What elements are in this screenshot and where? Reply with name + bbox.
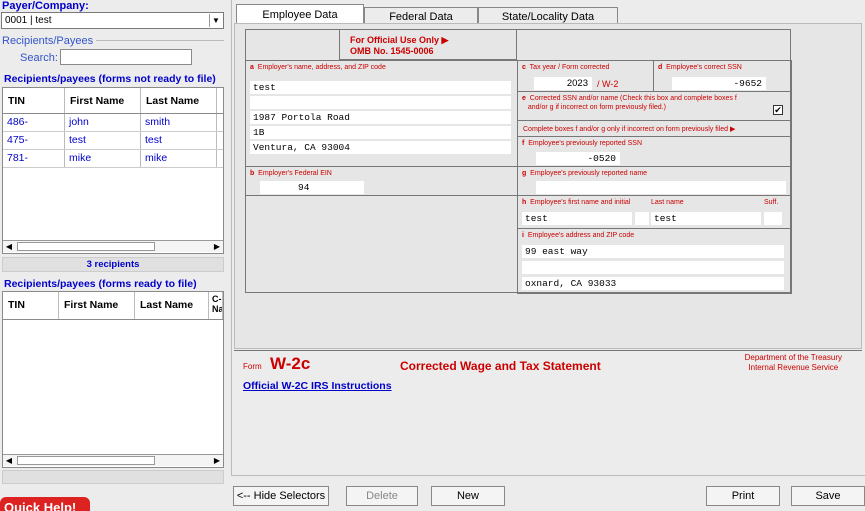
form-corrected-value: / W-2 [597, 79, 619, 89]
not-ready-table: TIN First Name Last Name 486- john smith… [2, 87, 224, 254]
box-e-label: e Corrected SSN and/or name (Check this … [522, 95, 737, 111]
row-first-name: mike [65, 150, 141, 167]
row-tin: 486- [3, 114, 65, 131]
employee-correct-ssn-field[interactable]: -9652 [672, 77, 766, 90]
horizontal-scrollbar[interactable]: ◀ ▶ [3, 240, 223, 252]
not-ready-title: Recipients/payees (forms not ready to fi… [4, 73, 216, 85]
box-h-label: h Employee's first name and initial [522, 199, 631, 206]
box-d-label: d Employee's correct SSN [658, 64, 742, 71]
irs-instructions-link[interactable]: Official W-2C IRS Instructions [243, 380, 392, 392]
scroll-thumb[interactable] [17, 242, 155, 251]
form-word: Form [243, 362, 262, 371]
employee-address-line2-field[interactable] [522, 261, 784, 274]
tab-employee-data[interactable]: Employee Data [236, 4, 364, 25]
action-bar: <-- Hide Selectors Delete New Print Save [231, 475, 865, 511]
ready-title: Recipients/payees (forms ready to file) [4, 278, 197, 290]
form-footer: Form W-2c Corrected Wage and Tax Stateme… [234, 350, 862, 380]
row-first-name: john [65, 114, 141, 131]
employee-first-name-field[interactable]: test [522, 212, 632, 225]
box-c-label: c Tax year / Form corrected [522, 64, 610, 71]
new-button[interactable]: New [431, 486, 505, 506]
employee-initial-field[interactable] [635, 212, 649, 225]
employer-name-line2-field[interactable] [250, 96, 511, 109]
form-title: Corrected Wage and Tax Statement [400, 359, 601, 373]
column-header-tin[interactable]: TIN [3, 88, 65, 113]
scroll-thumb[interactable] [17, 456, 155, 465]
box-h-suff-label: Suff. [764, 199, 779, 206]
employer-ein-field[interactable]: 94 [260, 181, 364, 194]
previously-reported-name-field[interactable] [536, 181, 786, 194]
column-header-first-name[interactable]: First Name [59, 292, 135, 319]
table-header: TIN First Name Last Name [3, 88, 223, 114]
row-last-name: test [141, 132, 217, 149]
selector-panel: Payer/Company: 0001 | test ▼ Recipients/… [0, 0, 228, 511]
box-f-label: f Employee's previously reported SSN [522, 140, 643, 147]
box-g-label: g Employee's previously reported name [522, 170, 648, 177]
search-input[interactable] [60, 49, 192, 65]
form-code: W-2c [270, 354, 311, 373]
employee-address-field[interactable]: 99 east way [522, 245, 784, 258]
employee-suffix-field[interactable] [764, 212, 782, 225]
complete-note: Complete boxes f and/or g only if incorr… [523, 126, 736, 133]
chevron-down-icon[interactable]: ▼ [209, 14, 222, 27]
row-last-name: smith [141, 114, 217, 131]
ready-table: TIN First Name Last Name C­Na ◀ ▶ [2, 291, 224, 468]
payer-select-value: 0001 | test [5, 15, 52, 26]
table-row[interactable]: 781- mike mike [3, 150, 223, 168]
hide-selectors-button[interactable]: <-- Hide Selectors [233, 486, 329, 506]
box-a-label: a Employer's name, address, and ZIP code [250, 64, 386, 71]
department-text: Department of the Treasury Internal Reve… [745, 353, 842, 373]
payer-select[interactable]: 0001 | test ▼ [1, 12, 224, 29]
official-line-2: OMB No. 1545-0006 [350, 46, 434, 56]
status-bar [2, 470, 224, 484]
w2c-form-area: For Official Use Only ▶ OMB No. 1545-000… [234, 23, 862, 349]
payer-label: Payer/Company: [2, 0, 89, 12]
column-header-last-name[interactable]: Last Name [135, 292, 209, 319]
search-label: Search: [20, 52, 58, 64]
row-tin: 475- [3, 132, 65, 149]
delete-button[interactable]: Delete [346, 486, 418, 506]
employee-last-name-field[interactable]: test [651, 212, 761, 225]
corrected-ssn-name-checkbox[interactable]: ✔ [773, 105, 783, 115]
row-last-name: mike [141, 150, 217, 167]
w2c-form: For Official Use Only ▶ OMB No. 1545-000… [245, 29, 792, 294]
scroll-left-icon[interactable]: ◀ [3, 455, 15, 466]
employee-city-state-zip-field[interactable]: oxnard, CA 93033 [522, 277, 784, 290]
tax-year-field[interactable]: 2023 [534, 77, 592, 90]
quick-help-button[interactable]: Quick Help! [0, 497, 90, 511]
tab-bar: Employee Data Federal Data State/Localit… [236, 4, 618, 25]
column-header-tin[interactable]: TIN [3, 292, 59, 319]
row-first-name: test [65, 132, 141, 149]
row-tin: 781- [3, 150, 65, 167]
horizontal-scrollbar[interactable]: ◀ ▶ [3, 454, 223, 466]
column-header-last-name[interactable]: Last Name [141, 88, 217, 113]
employer-address-line2-field[interactable]: 1B [250, 126, 511, 139]
employer-name-field[interactable]: test [250, 81, 511, 94]
box-b-label: b Employer's Federal EIN [250, 170, 332, 177]
scroll-right-icon[interactable]: ▶ [211, 455, 223, 466]
recipient-count: 3 recipients [2, 257, 224, 272]
previously-reported-ssn-field[interactable]: -0520 [536, 152, 620, 165]
employer-city-state-zip-field[interactable]: Ventura, CA 93004 [250, 141, 511, 154]
official-use-text: For Official Use Only ▶ OMB No. 1545-000… [350, 35, 448, 57]
scroll-left-icon[interactable]: ◀ [3, 241, 15, 252]
form-panel: Employee Data Federal Data State/Localit… [231, 0, 865, 475]
scroll-right-icon[interactable]: ▶ [211, 241, 223, 252]
table-row[interactable]: 486- john smith [3, 114, 223, 132]
dept-line-1: Department of the Treasury [744, 353, 842, 362]
official-line-1: For Official Use Only ▶ [350, 35, 449, 45]
table-header: TIN First Name Last Name C­Na [3, 292, 223, 320]
employer-address-field[interactable]: 1987 Portola Road [250, 111, 511, 124]
column-header-first-name[interactable]: First Name [65, 88, 141, 113]
print-button[interactable]: Print [706, 486, 780, 506]
box-h-last-label: Last name [651, 199, 684, 206]
box-i-label: i Employee's address and ZIP code [522, 232, 635, 239]
dept-line-2: Internal Revenue Service [748, 363, 839, 372]
recipients-group-title: Recipients/Payees [2, 35, 97, 47]
save-button[interactable]: Save [791, 486, 865, 506]
table-row[interactable]: 475- test test [3, 132, 223, 150]
column-header-truncated[interactable]: C­Na [209, 292, 223, 319]
